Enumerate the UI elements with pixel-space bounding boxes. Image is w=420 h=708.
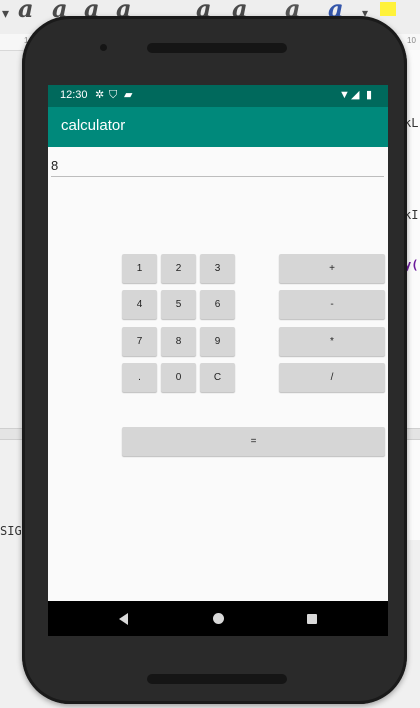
key-plus[interactable]: + (279, 254, 385, 283)
app-title: calculator (61, 117, 126, 134)
font-style-icon[interactable]: a (18, 0, 34, 23)
front-camera (100, 44, 107, 51)
key-clear[interactable]: C (200, 363, 235, 392)
recents-icon[interactable] (307, 614, 317, 624)
key-4[interactable]: 4 (122, 290, 157, 319)
key-minus[interactable]: - (279, 290, 385, 319)
bottom-speaker (147, 674, 287, 684)
settings-icon: ✲ (95, 89, 105, 101)
calculator-display[interactable] (51, 156, 384, 177)
key-6[interactable]: 6 (200, 290, 235, 319)
key-0[interactable]: 0 (161, 363, 196, 392)
key-multiply[interactable]: * (279, 327, 385, 356)
key-1[interactable]: 1 (122, 254, 157, 283)
code-fragment: SIG (0, 524, 22, 538)
top-speaker (147, 43, 287, 53)
key-8[interactable]: 8 (161, 327, 196, 356)
status-time: 12:30 (60, 89, 88, 101)
key-decimal[interactable]: . (122, 363, 157, 392)
key-3[interactable]: 3 (200, 254, 235, 283)
back-icon[interactable] (119, 613, 128, 625)
ruler-number: 10 (407, 36, 416, 45)
navigation-bar (48, 601, 388, 636)
highlight-icon[interactable] (380, 2, 396, 16)
key-9[interactable]: 9 (200, 327, 235, 356)
signal-icon: ◢ (351, 89, 360, 101)
phone-screen: 12:30 ✲ ⛉ ▰ ▼ ◢ ▮ calculator 1 2 3 4 5 6… (48, 85, 388, 636)
key-2[interactable]: 2 (161, 254, 196, 283)
app-bar: calculator (48, 107, 388, 147)
home-icon[interactable] (213, 613, 224, 624)
battery-icon: ▮ (366, 89, 373, 101)
sd-card-icon: ▰ (124, 89, 133, 101)
key-equals[interactable]: = (122, 427, 385, 456)
key-5[interactable]: 5 (161, 290, 196, 319)
key-divide[interactable]: / (279, 363, 385, 392)
wifi-icon: ▼ (339, 89, 350, 101)
key-7[interactable]: 7 (122, 327, 157, 356)
shield-icon: ⛉ (109, 89, 118, 101)
status-bar: 12:30 ✲ ⛉ ▰ ▼ ◢ ▮ (48, 85, 388, 107)
dropdown-arrow-icon[interactable]: ▾ (2, 6, 9, 22)
